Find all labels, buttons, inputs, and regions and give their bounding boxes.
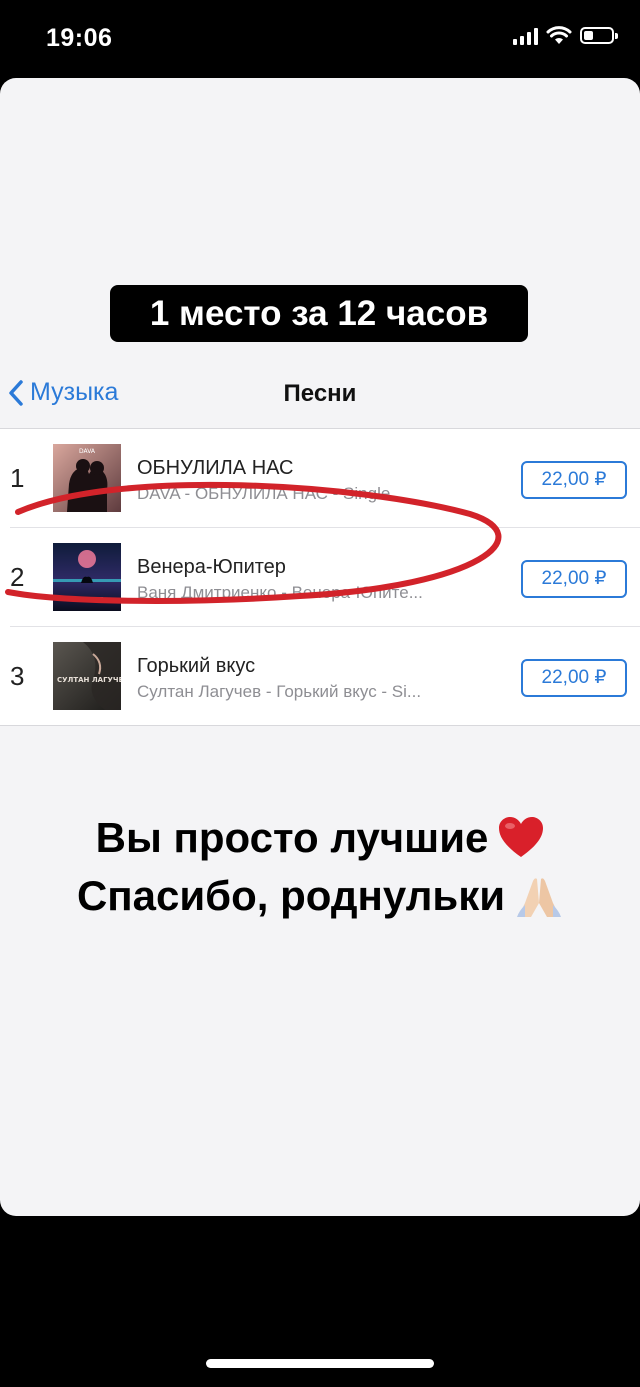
cellular-signal-icon (513, 27, 538, 45)
heart-icon (499, 817, 544, 857)
battery-icon (580, 27, 618, 44)
status-icons (513, 26, 618, 45)
thanks-line-2: Спасибо, роднульки (0, 867, 640, 925)
album-cover-art: DAVA (53, 444, 121, 512)
thanks-message: Вы просто лучшие Спасибо, роднульки (0, 809, 640, 925)
song-title: ОБНУЛИЛА НАС (137, 457, 294, 479)
album-cover: DAVA (53, 444, 121, 512)
album-cover-text: DAVA (79, 448, 96, 455)
app-card: 1 место за 12 часов Музыка Песни 1 DAVA … (0, 78, 640, 1216)
album-cover-art: СУЛТАН ЛАГУЧЕВ (53, 642, 121, 710)
song-rank: 1 (10, 463, 25, 493)
song-row[interactable]: 3 СУЛТАН ЛАГУЧЕВ Горький вкус Султа (10, 627, 640, 725)
wifi-icon (546, 26, 572, 44)
status-time: 19:06 (46, 24, 113, 52)
price-button[interactable]: 22,00 ₽ (521, 560, 627, 598)
album-cover: СУЛТАН ЛАГУЧЕВ (53, 642, 121, 710)
song-row[interactable]: 2 Венера-Юпитер Ваня Дмитриенко - Венера… (10, 528, 640, 627)
song-subtitle: Султан Лагучев - Горький вкус - Si... (137, 682, 422, 701)
thanks-line-1: Вы просто лучшие (0, 809, 640, 867)
song-title: Венера-Юпитер (137, 556, 286, 578)
thanks-text-1: Вы просто лучшие (95, 814, 489, 861)
navigation-bar: Музыка Песни (0, 368, 640, 428)
song-title: Горький вкус (137, 655, 256, 677)
song-rank: 2 (10, 562, 25, 592)
price-button[interactable]: 22,00 ₽ (521, 659, 627, 697)
praying-hands-icon (517, 878, 562, 917)
album-cover-art (53, 543, 121, 611)
price-button[interactable]: 22,00 ₽ (521, 461, 627, 499)
song-rank: 3 (10, 661, 25, 691)
status-bar: 19:06 (0, 0, 640, 78)
album-cover (53, 543, 121, 611)
home-indicator[interactable] (206, 1359, 434, 1368)
songs-list: 1 DAVA ОБНУЛИЛА НАС DAVA - ОБНУЛИЛА НАС … (0, 428, 640, 726)
album-cover-text: СУЛТАН ЛАГУЧЕВ (57, 676, 121, 684)
song-row[interactable]: 1 DAVA ОБНУЛИЛА НАС DAVA - ОБНУЛИЛА НАС … (10, 429, 640, 528)
song-subtitle: Ваня Дмитриенко - Венера-Юпите... (137, 583, 423, 602)
song-subtitle: DAVA - ОБНУЛИЛА НАС - Single (137, 484, 391, 503)
story-caption: 1 место за 12 часов (110, 285, 528, 342)
page-title: Песни (283, 380, 357, 407)
thanks-text-2: Спасибо, роднульки (76, 872, 506, 919)
